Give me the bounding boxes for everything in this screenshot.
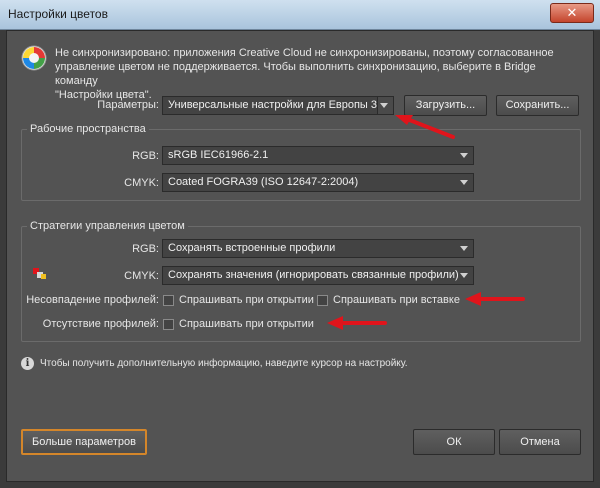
profile-mismatch-label: Несовпадение профилей: <box>26 294 159 306</box>
color-settings-dialog: Не синхронизировано: приложения Creative… <box>6 30 594 482</box>
missing-profiles-label: Отсутствие профилей: <box>42 318 159 330</box>
chevron-down-icon <box>380 103 388 108</box>
working-rgb-label: RGB: <box>132 150 159 162</box>
mismatch-paste-label: Спрашивать при вставке <box>333 294 460 306</box>
creative-cloud-sync-icon <box>21 45 47 71</box>
working-rgb-value: sRGB IEC61966-2.1 <box>168 149 269 161</box>
color-policies-title: Стратегии управления цветом <box>27 220 188 232</box>
mismatch-open-label: Спрашивать при открытии <box>179 294 314 306</box>
working-cmyk-select[interactable]: Coated FOGRA39 (ISO 12647-2:2004) <box>162 173 474 192</box>
chevron-down-icon <box>460 153 468 158</box>
policy-rgb-label: RGB: <box>132 243 159 255</box>
save-button[interactable]: Сохранить... <box>496 95 579 116</box>
mismatch-paste-checkbox[interactable] <box>317 295 328 306</box>
working-cmyk-label: CMYK: <box>124 177 159 189</box>
sync-message: Не синхронизировано: приложения Creative… <box>55 46 575 102</box>
chevron-down-icon <box>460 273 468 278</box>
close-button[interactable]: ✕ <box>550 3 594 23</box>
missing-open-label: Спрашивать при открытии <box>179 318 314 330</box>
info-text: Чтобы получить дополнительную информацию… <box>40 358 408 369</box>
cancel-button[interactable]: Отмена <box>499 429 581 455</box>
settings-select[interactable]: Универсальные настройки для Европы 3 <box>162 96 394 115</box>
title-bar: Настройки цветов ✕ <box>0 0 600 30</box>
mismatch-open-checkbox[interactable] <box>163 295 174 306</box>
window-title: Настройки цветов <box>8 7 108 21</box>
chevron-down-icon <box>460 246 468 251</box>
annotation-arrow <box>327 316 387 330</box>
chevron-down-icon <box>460 180 468 185</box>
linked-profile-icon <box>33 268 46 279</box>
sync-message-line: управление цветом не поддерживается. Что… <box>55 61 536 87</box>
policy-cmyk-select[interactable]: Сохранять значения (игнорировать связанн… <box>162 266 474 285</box>
settings-select-value: Универсальные настройки для Европы 3 <box>168 99 378 111</box>
settings-label: Параметры: <box>97 99 159 111</box>
missing-open-checkbox[interactable] <box>163 319 174 330</box>
policy-cmyk-label: CMYK: <box>124 270 159 282</box>
policy-cmyk-value: Сохранять значения (игнорировать связанн… <box>168 269 459 281</box>
working-rgb-select[interactable]: sRGB IEC61966-2.1 <box>162 146 474 165</box>
info-icon: i <box>21 357 34 370</box>
policy-rgb-select[interactable]: Сохранять встроенные профили <box>162 239 474 258</box>
annotation-arrow <box>465 292 525 306</box>
annotation-arrow <box>395 115 455 139</box>
working-cmyk-value: Coated FOGRA39 (ISO 12647-2:2004) <box>168 176 359 188</box>
more-options-button[interactable]: Больше параметров <box>21 429 147 455</box>
ok-button[interactable]: ОК <box>413 429 495 455</box>
policy-rgb-value: Сохранять встроенные профили <box>168 242 336 254</box>
working-spaces-title: Рабочие пространства <box>27 123 149 135</box>
sync-message-line: Не синхронизировано: приложения Creative… <box>55 47 554 59</box>
